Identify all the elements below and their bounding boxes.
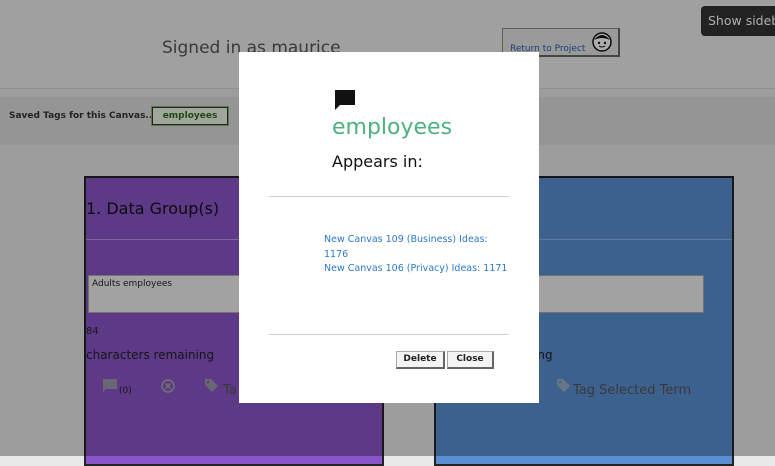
- appears-in-label: Appears in:: [332, 152, 423, 171]
- delete-button[interactable]: Delete: [396, 351, 445, 369]
- appears-in-list: New Canvas 109 (Business) Ideas: 1176 Ne…: [324, 233, 514, 277]
- canvas-link[interactable]: New Canvas 106 (Privacy) Ideas: 1171: [324, 262, 514, 277]
- divider: [269, 196, 509, 197]
- close-button[interactable]: Close: [447, 351, 494, 369]
- tag-dialog: employees Appears in: New Canvas 109 (Bu…: [239, 52, 539, 403]
- canvas-link[interactable]: New Canvas 109 (Business) Ideas: 1176: [324, 233, 514, 262]
- divider: [269, 334, 509, 335]
- comment-icon: [335, 90, 355, 110]
- dialog-title: employees: [332, 115, 453, 140]
